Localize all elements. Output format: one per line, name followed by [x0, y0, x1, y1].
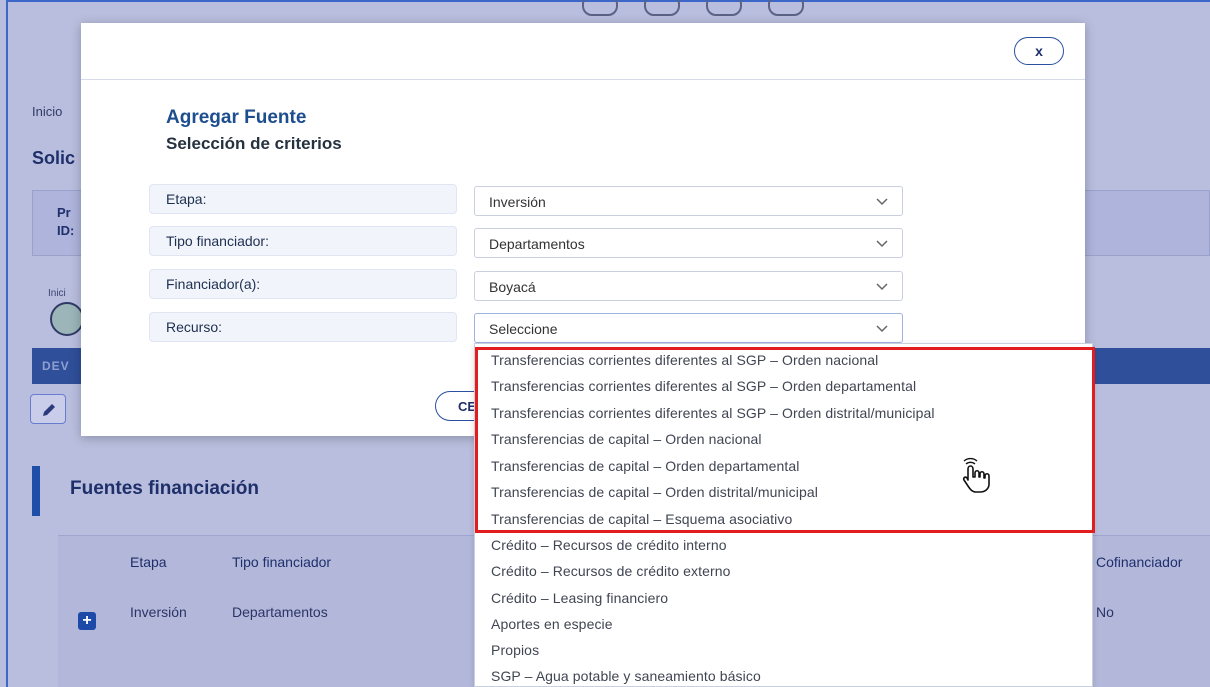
step-indicator: [50, 302, 84, 336]
financiador-value: Boyacá: [489, 279, 536, 295]
dropdown-option[interactable]: Crédito – Recursos de crédito externo: [491, 563, 731, 579]
breadcrumb[interactable]: Inicio: [32, 104, 62, 119]
chevron-down-icon: [876, 283, 888, 291]
financiador-label: Financiador(a):: [149, 269, 457, 299]
project-info-line: Pr: [57, 205, 71, 220]
page-title: Solic: [32, 148, 76, 168]
recurso-value: Seleccione: [489, 321, 558, 337]
recurso-dropdown-list: Transferencias corrientes diferentes al …: [474, 343, 1093, 687]
dropdown-option[interactable]: Transferencias corrientes diferentes al …: [491, 352, 878, 368]
dropdown-option[interactable]: Transferencias de capital – Esquema asoc…: [491, 511, 792, 527]
etapa-select[interactable]: Inversión: [474, 186, 903, 216]
table-cell-cofinanciador: No: [1096, 604, 1114, 620]
hand-pointer-icon: [962, 457, 990, 493]
nav-icon: [582, 0, 618, 16]
recurso-label: Recurso:: [149, 312, 457, 342]
nav-icon: [644, 0, 680, 16]
dropdown-option[interactable]: SGP – Agua potable y saneamiento básico: [491, 668, 761, 684]
action-bar-label[interactable]: DEV: [42, 359, 70, 373]
table-header-tipo: Tipo financiador: [232, 554, 332, 570]
tipo-financiador-label: Tipo financiador:: [149, 226, 457, 256]
table-cell-etapa: Inversión: [130, 604, 187, 620]
project-id-line: ID:: [57, 223, 75, 238]
etapa-value: Inversión: [489, 194, 546, 210]
modal-subtitle: Selección de criterios: [166, 134, 342, 153]
chevron-down-icon: [876, 198, 888, 206]
dropdown-option[interactable]: Crédito – Recursos de crédito interno: [491, 537, 727, 553]
dropdown-option[interactable]: Transferencias corrientes diferentes al …: [491, 405, 935, 421]
section-accent-bar: [32, 466, 40, 516]
close-button[interactable]: x: [1014, 37, 1064, 65]
expand-row-icon[interactable]: +: [78, 612, 96, 630]
tipo-financiador-select[interactable]: Departamentos: [474, 228, 903, 258]
help-icon: [768, 0, 804, 16]
table-header-cofinanciador: Cofinanciador: [1096, 554, 1183, 570]
dropdown-option[interactable]: Propios: [491, 642, 539, 658]
edit-button[interactable]: [30, 394, 66, 424]
pencil-icon: [43, 404, 55, 416]
modal-divider: [81, 79, 1085, 80]
section-title: Fuentes financiación: [70, 478, 259, 499]
top-icon-bar: [582, 0, 804, 16]
dropdown-option[interactable]: Crédito – Leasing financiero: [491, 590, 668, 606]
dropdown-option[interactable]: Transferencias de capital – Orden nacion…: [491, 431, 762, 447]
dropdown-option[interactable]: Transferencias de capital – Orden depart…: [491, 458, 799, 474]
tipo-financiador-value: Departamentos: [489, 236, 585, 252]
table-header-etapa: Etapa: [130, 554, 167, 570]
recurso-select[interactable]: Seleccione: [474, 313, 903, 343]
nav-icon: [706, 0, 742, 16]
chevron-down-icon: [876, 325, 888, 333]
table-cell-tipo: Departamentos: [232, 604, 328, 620]
financiador-select[interactable]: Boyacá: [474, 271, 903, 301]
cancel-button[interactable]: CE: [435, 391, 479, 421]
chevron-down-icon: [876, 240, 888, 248]
dropdown-option[interactable]: Transferencias corrientes diferentes al …: [491, 378, 916, 394]
dropdown-option[interactable]: Aportes en especie: [491, 616, 613, 632]
step-label: Inici: [48, 288, 66, 299]
etapa-label: Etapa:: [149, 184, 457, 214]
modal-title: Agregar Fuente: [166, 107, 307, 128]
dropdown-option[interactable]: Transferencias de capital – Orden distri…: [491, 484, 818, 500]
